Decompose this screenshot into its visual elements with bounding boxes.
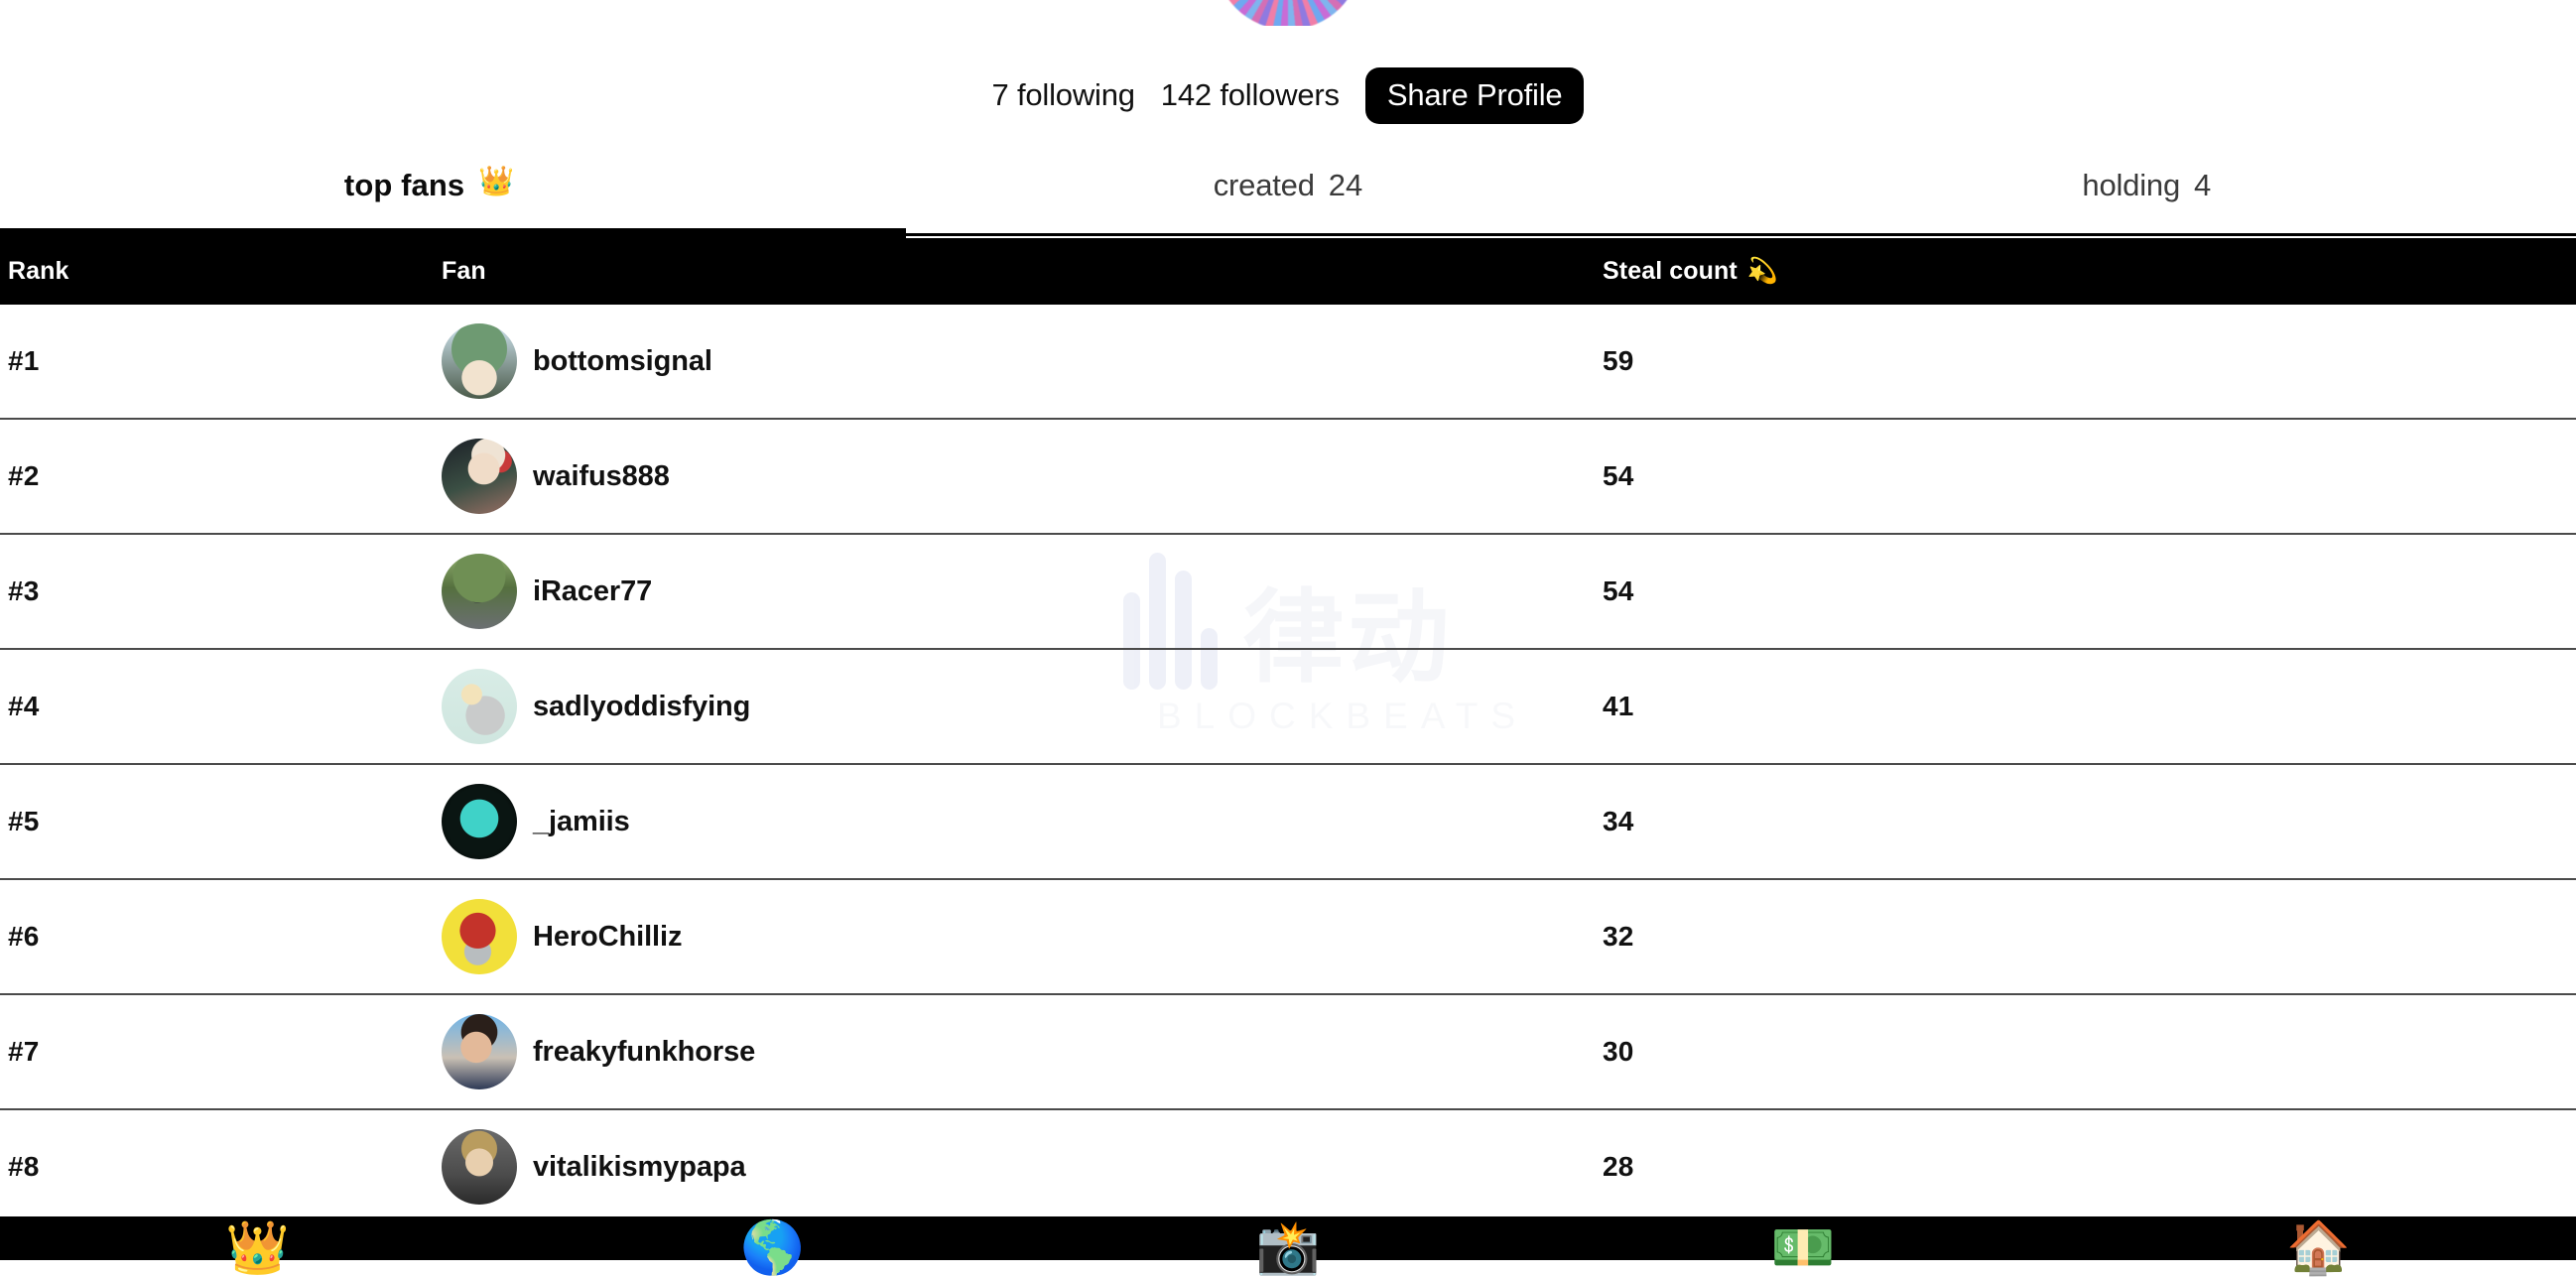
row-rank: #2: [8, 460, 40, 491]
profile-avatar[interactable]: [1215, 0, 1361, 26]
avatar-jamiis: [442, 784, 517, 859]
table-row[interactable]: #8 vitalikismypapa 28: [0, 1110, 2576, 1225]
row-rank: #6: [8, 921, 40, 952]
table-body: #1 bottomsignal 59 #2 waifus888 54 #3 iR…: [0, 305, 2576, 1225]
tab-created[interactable]: created 24: [858, 154, 1717, 241]
row-fan[interactable]: waifus888: [442, 439, 1603, 514]
row-fan-name: iRacer77: [533, 575, 653, 607]
nav-item-crown[interactable]: 👑: [0, 1216, 515, 1274]
profile-header-strip: [0, 0, 2576, 26]
avatar-iracer77: [442, 554, 517, 629]
row-fan[interactable]: bottomsignal: [442, 323, 1603, 399]
header-rank: Rank: [8, 257, 69, 285]
row-steal-count: 30: [1603, 1036, 1634, 1067]
row-steal-count: 32: [1603, 921, 1634, 952]
table-row[interactable]: #4 sadlyoddisfying 41: [0, 650, 2576, 765]
followers-count[interactable]: 142 followers: [1161, 77, 1340, 113]
avatar-vitalikismypapa: [442, 1129, 517, 1205]
row-steal-count: 41: [1603, 691, 1634, 721]
row-fan-name: sadlyoddisfying: [533, 690, 751, 722]
table-row[interactable]: #6 HeroChilliz 32: [0, 880, 2576, 995]
top-fans-table: Rank Fan Steal count 💫 #1 bottomsignal 5…: [0, 238, 2576, 1225]
table-row[interactable]: #1 bottomsignal 59: [0, 305, 2576, 420]
row-steal-count: 54: [1603, 575, 1634, 606]
tab-holding[interactable]: holding 4: [1718, 154, 2576, 241]
tab-created-count: 24: [1328, 168, 1363, 202]
row-fan[interactable]: vitalikismypapa: [442, 1129, 1603, 1205]
row-rank: #8: [8, 1151, 40, 1182]
crown-icon: 👑: [225, 1219, 290, 1277]
avatar-waifus888: [442, 439, 517, 514]
row-steal-count: 59: [1603, 345, 1634, 376]
table-header-row: Rank Fan Steal count 💫: [0, 238, 2576, 305]
header-fan: Fan: [442, 257, 486, 285]
globe-icon: 🌎: [740, 1219, 806, 1277]
row-rank: #7: [8, 1036, 40, 1067]
row-fan[interactable]: _jamiis: [442, 784, 1603, 859]
tab-top-fans-label: top fans: [343, 168, 465, 202]
home-icon: 🏠: [2286, 1219, 2351, 1277]
share-profile-button[interactable]: Share Profile: [1364, 66, 1585, 124]
profile-stats-row: 7 following 142 followers Share Profile: [0, 64, 2576, 127]
row-fan[interactable]: HeroChilliz: [442, 899, 1603, 974]
avatar-bottomsignal: [442, 323, 517, 399]
row-fan[interactable]: sadlyoddisfying: [442, 669, 1603, 744]
row-fan-name: waifus888: [533, 459, 670, 492]
avatar-freakyfunkhorse: [442, 1014, 517, 1089]
row-fan-name: freakyfunkhorse: [533, 1035, 756, 1068]
nav-item-home[interactable]: 🏠: [2061, 1216, 2576, 1274]
row-rank: #4: [8, 691, 40, 721]
row-rank: #5: [8, 806, 40, 836]
camera-icon: 📸: [1255, 1219, 1321, 1277]
header-steal-count-label: Steal count: [1603, 257, 1738, 285]
row-fan[interactable]: freakyfunkhorse: [442, 1014, 1603, 1089]
crown-emoji: 👑: [478, 166, 515, 197]
avatar-herochilliz: [442, 899, 517, 974]
row-rank: #1: [8, 345, 40, 376]
header-steal-count: Steal count 💫: [1603, 257, 2576, 286]
dizzy-emoji: 💫: [1746, 257, 1779, 285]
tab-bar-divider: [906, 233, 2576, 236]
tab-holding-label: holding: [2082, 168, 2180, 202]
nav-item-camera[interactable]: 📸: [1030, 1216, 1545, 1274]
table-row[interactable]: #7 freakyfunkhorse 30: [0, 995, 2576, 1110]
row-fan-name: _jamiis: [533, 805, 630, 837]
row-steal-count: 54: [1603, 460, 1634, 491]
row-fan-name: HeroChilliz: [533, 920, 683, 953]
row-steal-count: 34: [1603, 806, 1634, 836]
avatar-sadlyoddisfying: [442, 669, 517, 744]
row-fan-name: bottomsignal: [533, 344, 712, 377]
row-rank: #3: [8, 575, 40, 606]
row-fan[interactable]: iRacer77: [442, 554, 1603, 629]
nav-item-money[interactable]: 💵: [1546, 1216, 2061, 1274]
bottom-navigation-bar: 👑 🌎 📸 💵 🏠: [0, 1216, 2576, 1274]
table-row[interactable]: #3 iRacer77 54: [0, 535, 2576, 650]
tab-created-label: created: [1213, 168, 1315, 202]
row-fan-name: vitalikismypapa: [533, 1150, 746, 1183]
active-tab-indicator: [0, 228, 906, 238]
row-steal-count: 28: [1603, 1151, 1634, 1182]
tab-holding-count: 4: [2193, 168, 2212, 202]
nav-item-globe[interactable]: 🌎: [515, 1216, 1030, 1274]
money-icon: 💵: [1770, 1219, 1836, 1277]
following-count[interactable]: 7 following: [992, 77, 1135, 113]
table-row[interactable]: #2 waifus888 54: [0, 420, 2576, 535]
table-row[interactable]: #5 _jamiis 34: [0, 765, 2576, 880]
